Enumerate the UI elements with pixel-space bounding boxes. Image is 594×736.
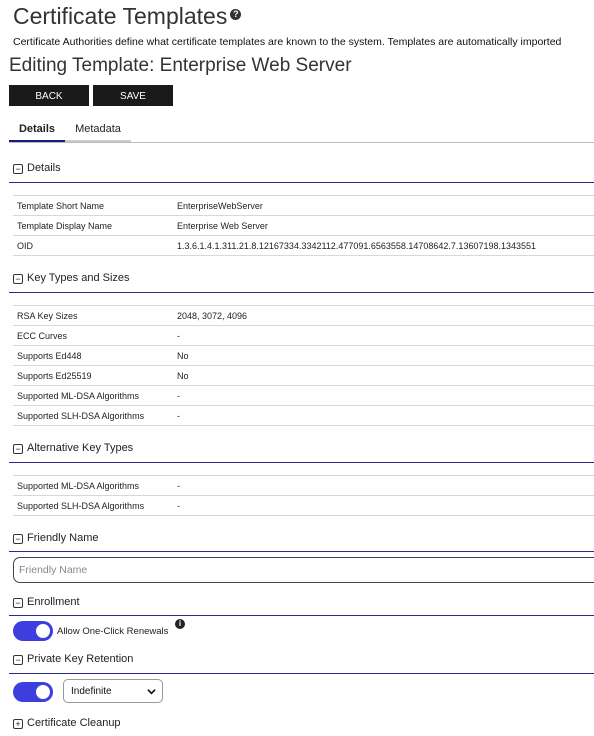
- tab-bar-divider: [9, 142, 594, 143]
- section-header-private-key-retention[interactable]: − Private Key Retention: [13, 653, 133, 665]
- save-button[interactable]: SAVE: [93, 85, 173, 106]
- section-title-key-types: Key Types and Sizes: [27, 272, 130, 284]
- info-icon[interactable]: i: [175, 619, 185, 629]
- section-title-certificate-cleanup: Certificate Cleanup: [27, 717, 121, 729]
- row-value: 1.3.6.1.4.1.311.21.8.12167334.3342112.47…: [173, 235, 594, 256]
- section-divider: [9, 551, 594, 552]
- retention-period-select[interactable]: Indefinite: [63, 679, 163, 703]
- page-description: Certificate Authorities define what cert…: [13, 36, 562, 48]
- section-header-key-types[interactable]: − Key Types and Sizes: [13, 272, 130, 284]
- one-click-renewals-toggle[interactable]: [13, 621, 53, 641]
- page-title: Certificate Templates?: [13, 3, 242, 30]
- back-button[interactable]: BACK: [9, 85, 89, 106]
- section-divider: [9, 615, 594, 616]
- collapse-icon: −: [13, 164, 23, 174]
- chevron-down-icon: [147, 689, 156, 695]
- row-value: -: [173, 325, 594, 346]
- help-icon[interactable]: ?: [230, 9, 242, 20]
- collapse-icon: −: [13, 655, 23, 665]
- table-row: Supported SLH-DSA Algorithms -: [13, 405, 594, 426]
- table-row: OID 1.3.6.1.4.1.311.21.8.12167334.3342112…: [13, 235, 594, 256]
- section-title-details: Details: [27, 162, 61, 174]
- section-header-details[interactable]: − Details: [13, 162, 61, 174]
- page-title-text: Certificate Templates: [13, 3, 228, 29]
- section-divider: [9, 292, 594, 293]
- section-title-alt-key-types: Alternative Key Types: [27, 442, 134, 454]
- toggle-knob: [36, 685, 50, 699]
- editing-title: Editing Template: Enterprise Web Server: [9, 55, 352, 76]
- row-key: RSA Key Sizes: [13, 305, 173, 326]
- row-key: Template Display Name: [13, 215, 173, 236]
- table-row: Supports Ed25519 No: [13, 365, 594, 386]
- section-title-private-key-retention: Private Key Retention: [27, 653, 134, 665]
- table-row: Supported SLH-DSA Algorithms -: [13, 495, 594, 516]
- row-value: -: [173, 475, 594, 496]
- table-row: Template Display Name Enterprise Web Serv…: [13, 215, 594, 236]
- table-row: Supported ML-DSA Algorithms -: [13, 475, 594, 496]
- row-key: Supports Ed25519: [13, 365, 173, 386]
- collapse-icon: −: [13, 274, 23, 284]
- details-table: Template Short Name EnterpriseWebServer T…: [13, 195, 594, 256]
- section-header-alt-key-types[interactable]: − Alternative Key Types: [13, 442, 133, 454]
- table-row: Supports Ed448 No: [13, 345, 594, 366]
- row-value: -: [173, 385, 594, 406]
- alt-key-types-table: Supported ML-DSA Algorithms - Supported S…: [13, 475, 594, 516]
- friendly-name-input[interactable]: [13, 557, 594, 583]
- row-key: Supported ML-DSA Algorithms: [13, 385, 173, 406]
- row-key: OID: [13, 235, 173, 256]
- tab-bar: Details Metadata: [9, 118, 594, 143]
- row-value: EnterpriseWebServer: [173, 195, 594, 216]
- collapse-icon: −: [13, 444, 23, 454]
- section-title-enrollment: Enrollment: [27, 596, 80, 608]
- row-value: -: [173, 405, 594, 426]
- key-types-table: RSA Key Sizes 2048, 3072, 4096 ECC Curves…: [13, 305, 594, 426]
- table-row: Template Short Name EnterpriseWebServer: [13, 195, 594, 216]
- tab-metadata[interactable]: Metadata: [65, 118, 131, 142]
- table-row: RSA Key Sizes 2048, 3072, 4096: [13, 305, 594, 326]
- section-header-enrollment[interactable]: − Enrollment: [13, 596, 80, 608]
- row-value: Enterprise Web Server: [173, 215, 594, 236]
- table-row: Supported ML-DSA Algorithms -: [13, 385, 594, 406]
- section-divider: [9, 182, 594, 183]
- collapse-icon: −: [13, 598, 23, 608]
- row-key: ECC Curves: [13, 325, 173, 346]
- section-divider: [9, 673, 594, 674]
- one-click-renewals-label: Allow One-Click Renewals: [57, 626, 169, 637]
- row-value: -: [173, 495, 594, 516]
- row-key: Supported SLH-DSA Algorithms: [13, 495, 173, 516]
- row-key: Template Short Name: [13, 195, 173, 216]
- section-title-friendly-name: Friendly Name: [27, 532, 99, 544]
- row-key: Supported ML-DSA Algorithms: [13, 475, 173, 496]
- section-header-certificate-cleanup[interactable]: + Certificate Cleanup: [13, 717, 121, 729]
- select-value: Indefinite: [71, 686, 112, 697]
- section-divider: [9, 462, 594, 463]
- tab-details[interactable]: Details: [9, 118, 65, 142]
- row-key: Supported SLH-DSA Algorithms: [13, 405, 173, 426]
- row-value: 2048, 3072, 4096: [173, 305, 594, 326]
- section-header-friendly-name[interactable]: − Friendly Name: [13, 532, 99, 544]
- row-key: Supports Ed448: [13, 345, 173, 366]
- row-value: No: [173, 345, 594, 366]
- collapse-icon: −: [13, 534, 23, 544]
- private-key-retention-toggle[interactable]: [13, 682, 53, 702]
- row-value: No: [173, 365, 594, 386]
- table-row: ECC Curves -: [13, 325, 594, 346]
- expand-icon: +: [13, 719, 23, 729]
- toggle-knob: [36, 624, 50, 638]
